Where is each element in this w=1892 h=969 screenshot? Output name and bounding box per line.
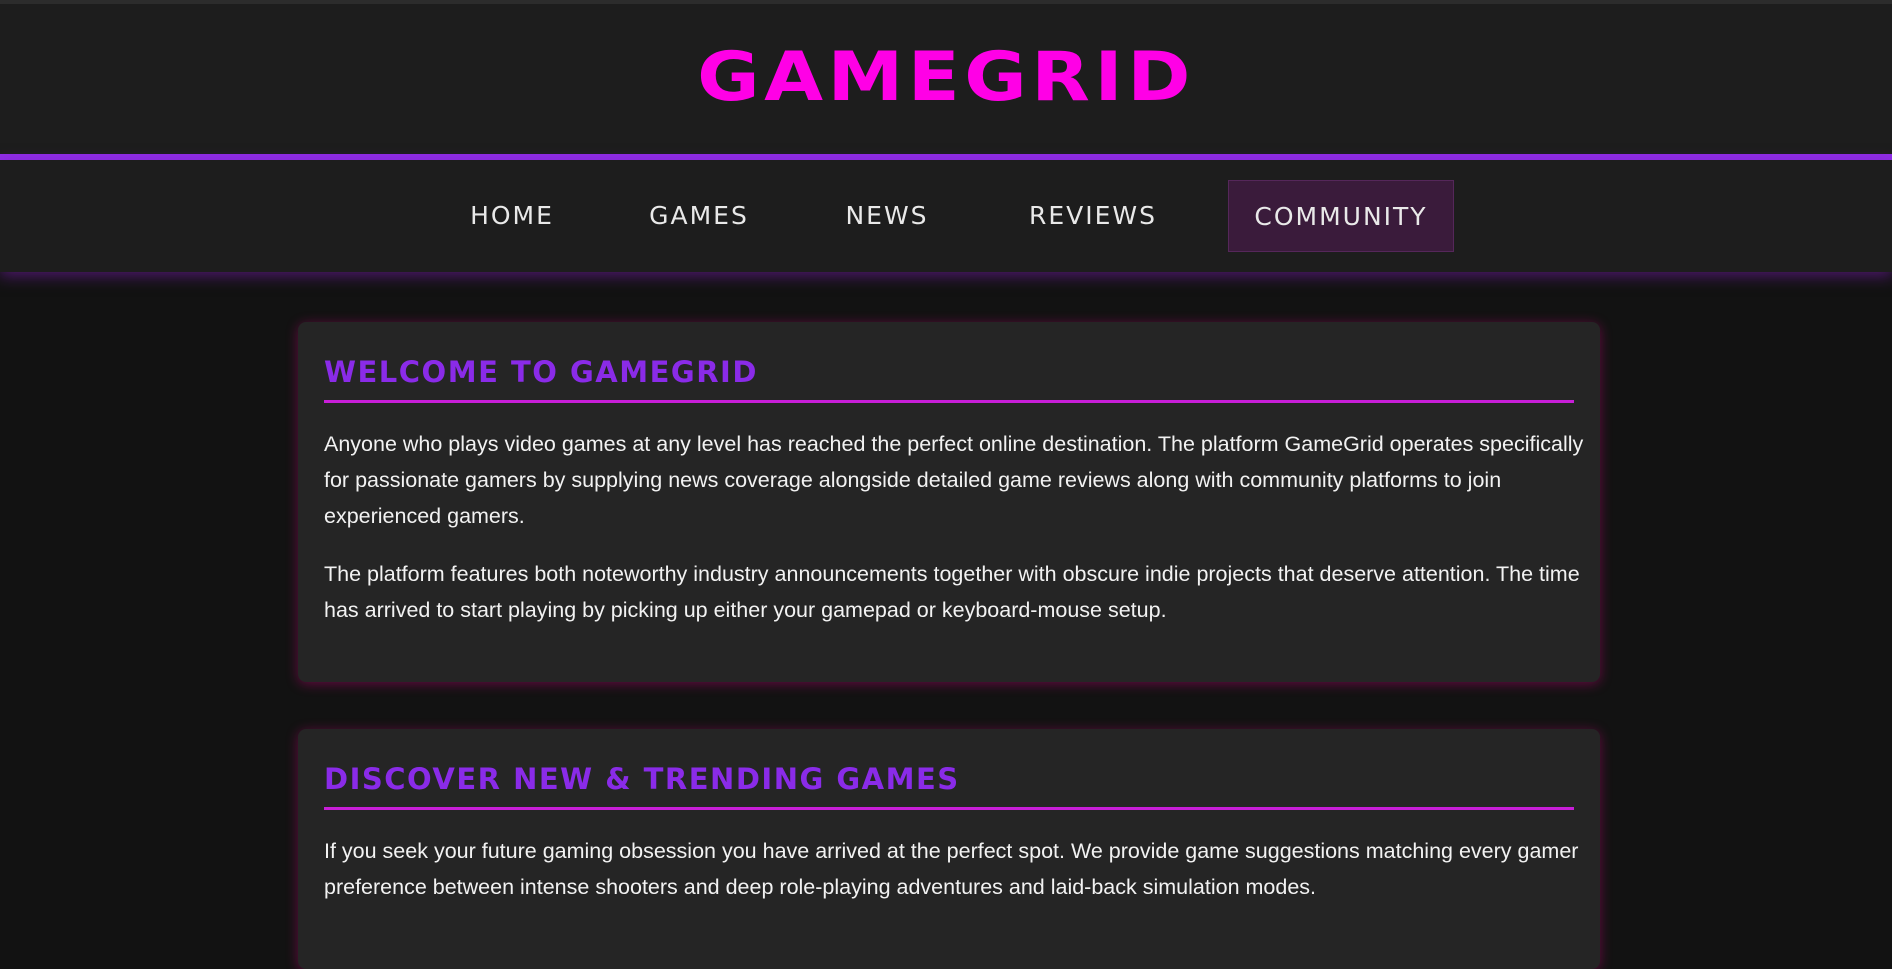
nav-news[interactable]: NEWS [826, 180, 948, 252]
welcome-heading: WELCOME TO GAMEGRID [324, 355, 758, 389]
nav-games[interactable]: GAMES [630, 180, 768, 252]
welcome-paragraph-1: Anyone who plays video games at any leve… [324, 432, 1584, 528]
discover-section: DISCOVER NEW & TRENDING GAMES If you see… [298, 729, 1600, 969]
nav-community[interactable]: COMMUNITY [1228, 180, 1454, 252]
main-nav: HOME GAMES NEWS REVIEWS COMMUNITY [0, 160, 1892, 272]
welcome-heading-rule [324, 400, 1574, 403]
discover-paragraph-1: If you seek your future gaming obsession… [324, 839, 1579, 899]
welcome-section: WELCOME TO GAMEGRID Anyone who plays vid… [298, 322, 1600, 682]
welcome-paragraph-2: The platform features both noteworthy in… [324, 562, 1580, 622]
discover-heading: DISCOVER NEW & TRENDING GAMES [324, 762, 960, 796]
discover-heading-rule [324, 807, 1574, 810]
nav-reviews[interactable]: REVIEWS [1008, 180, 1178, 252]
site-header: GAMEGRID [0, 4, 1892, 154]
nav-home[interactable]: HOME [452, 180, 572, 252]
site-logo[interactable]: GAMEGRID [0, 38, 1892, 118]
